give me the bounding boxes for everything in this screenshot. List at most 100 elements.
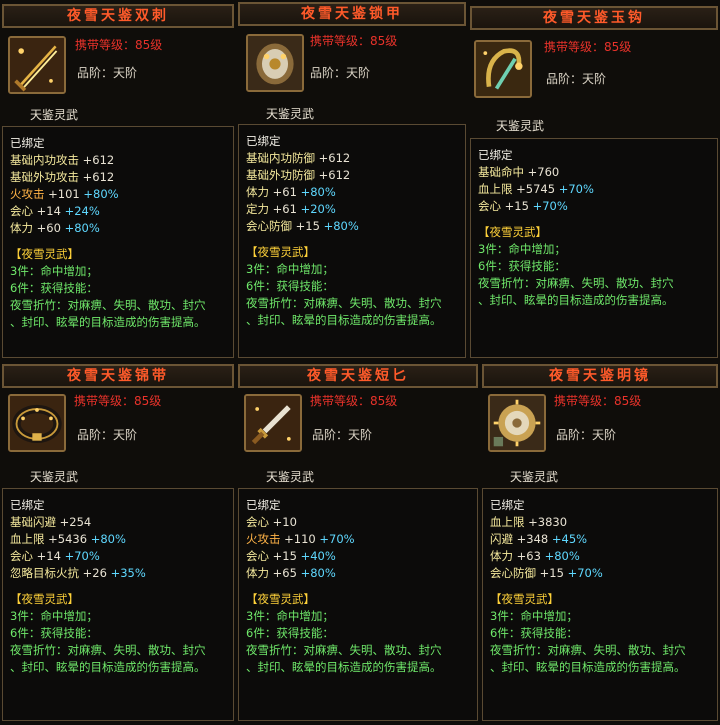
bound-status: 已绑定: [246, 498, 281, 512]
item-subtitle: 天鉴灵武: [30, 108, 79, 122]
item-subtitle: 天鉴灵武: [266, 470, 315, 484]
twin-blade-icon[interactable]: [8, 36, 66, 94]
set-bonus-line: 夜雪折竹：对麻痹、失明、散功、封穴: [246, 643, 442, 657]
set-bonus-line: 、封印、眩晕的目标造成的伤害提高。: [10, 660, 206, 674]
stat-row: 体力 +63 +80%: [490, 548, 711, 565]
bound-status: 已绑定: [478, 148, 513, 162]
required-level: 携带等级：85级: [554, 394, 642, 408]
set-bonus-line: 6件：获得技能：: [490, 626, 578, 640]
stat-name: 会心防御: [490, 566, 536, 580]
stat-name: 火攻击: [10, 187, 45, 201]
stat-name: 基础内功防御: [246, 151, 315, 165]
bound-status: 已绑定: [490, 498, 525, 512]
item-grade: 品阶：天阶: [77, 428, 138, 442]
stat-name: 会心防御: [246, 219, 292, 233]
stat-name: 基础内功攻击: [10, 153, 79, 167]
stat-percent: +80%: [64, 221, 100, 235]
item-title: 夜雪天鉴锦带: [2, 364, 234, 388]
stat-name: 闪避: [490, 532, 513, 546]
stat-name: 会心: [246, 549, 269, 563]
stat-row: 会心防御 +15 +70%: [490, 565, 711, 582]
stat-name: 体力: [10, 221, 33, 235]
stat-value: +61: [272, 185, 297, 199]
stat-row: 会心 +10: [246, 514, 471, 531]
stat-value: +612: [82, 170, 115, 184]
set-bonus-line: 3件：命中增加；: [490, 609, 578, 623]
item-title: 夜雪天鉴玉钩: [470, 6, 718, 30]
stat-percent: +70%: [532, 199, 568, 213]
stat-value: +10: [272, 515, 297, 529]
required-level: 携带等级：85级: [544, 40, 632, 54]
set-bonus-line: 3件：命中增加；: [246, 609, 334, 623]
stat-value: +15: [539, 566, 564, 580]
armor-icon[interactable]: [246, 34, 304, 92]
item-title: 夜雪天鉴明镜: [482, 364, 718, 388]
stat-value: +26: [82, 566, 107, 580]
dagger-icon[interactable]: [244, 394, 302, 452]
item-subtitle: 天鉴灵武: [266, 107, 315, 121]
stat-percent: +24%: [64, 204, 100, 218]
stat-percent: +80%: [323, 219, 359, 233]
bound-status: 已绑定: [10, 136, 45, 150]
stat-row: 会心 +14 +70%: [10, 548, 227, 565]
stat-percent: +45%: [551, 532, 588, 546]
set-bonus-line: 夜雪折竹：对麻痹、失明、散功、封穴: [10, 298, 206, 312]
stat-value: +110: [284, 532, 316, 546]
stat-value: +760: [527, 165, 560, 179]
set-bonus-line: 3件：命中增加；: [10, 264, 98, 278]
bound-status: 已绑定: [10, 498, 45, 512]
item-grade: 品阶：天阶: [546, 72, 607, 86]
stat-value: +65: [272, 566, 297, 580]
belt-icon[interactable]: [8, 394, 66, 452]
set-bonus-line: 6件：获得技能：: [10, 626, 98, 640]
stat-name: 体力: [246, 185, 269, 199]
set-bonus-line: 6件：获得技能：: [478, 259, 566, 273]
stat-row: 会心 +14 +24%: [10, 203, 227, 220]
item-card-twin-blade: 夜雪天鉴双刺 携带等级：85级 品阶：天阶 天鉴灵武 已绑定 基础内功攻击 +6…: [0, 0, 236, 362]
set-bonus-line: 、封印、眩晕的目标造成的伤害提高。: [490, 660, 686, 674]
item-stats-panel: 已绑定 基础内功防御 +612 基础外功防御 +612 体力 +61 +80% …: [238, 124, 466, 358]
stat-name: 基础外功防御: [246, 168, 315, 182]
stat-value: +612: [82, 153, 115, 167]
set-title: 【夜雪灵武】: [10, 592, 79, 606]
set-bonus-line: 、封印、眩晕的目标造成的伤害提高。: [10, 315, 206, 329]
set-title: 【夜雪灵武】: [246, 592, 315, 606]
stat-name: 体力: [246, 566, 269, 580]
stat-value: +14: [36, 204, 61, 218]
stat-name: 会心: [246, 515, 269, 529]
stat-percent: +40%: [300, 549, 336, 563]
stat-row: 体力 +61 +80%: [246, 184, 459, 201]
required-level: 携带等级：85级: [310, 394, 398, 408]
stat-row: 体力 +65 +80%: [246, 565, 471, 582]
stat-percent: +35%: [110, 566, 146, 580]
item-card-jade-hook: 夜雪天鉴玉钩 携带等级：85级 品阶：天阶 天鉴灵武 已绑定 基础命中 +760…: [468, 0, 720, 362]
bound-status: 已绑定: [246, 134, 281, 148]
stat-value: +348: [516, 532, 549, 546]
stat-percent: +70%: [64, 549, 100, 563]
stat-value: +60: [36, 221, 61, 235]
set-bonus-line: 夜雪折竹：对麻痹、失明、散功、封穴: [478, 276, 674, 290]
set-bonus-line: 、封印、眩晕的目标造成的伤害提高。: [246, 313, 442, 327]
item-subtitle: 天鉴灵武: [30, 470, 79, 484]
stat-value: +101: [48, 187, 80, 201]
stat-percent: +20%: [300, 202, 336, 216]
item-stats-panel: 已绑定 基础内功攻击 +612 基础外功攻击 +612 火攻击 +101 +80…: [2, 126, 234, 358]
stat-row: 血上限 +5745 +70%: [478, 181, 711, 198]
required-level: 携带等级：85级: [75, 38, 163, 52]
item-subtitle: 天鉴灵武: [496, 119, 545, 133]
stat-row: 火攻击 +101 +80%: [10, 186, 227, 203]
mirror-icon[interactable]: [488, 394, 546, 452]
jade-hook-icon[interactable]: [474, 40, 532, 98]
stat-row: 基础内功防御 +612: [246, 150, 459, 167]
stat-percent: +80%: [300, 566, 336, 580]
set-bonus-line: 3件：命中增加；: [478, 242, 566, 256]
item-stats-panel: 已绑定 基础命中 +760 血上限 +5745 +70% 会心 +15 +70%…: [470, 138, 718, 358]
stat-percent: +80%: [544, 549, 580, 563]
item-card-dagger: 夜雪天鉴短匕 携带等级：85级 品阶：天阶 天鉴灵武 已绑定 会心 +10 火攻…: [236, 362, 480, 725]
item-subtitle: 天鉴灵武: [510, 470, 559, 484]
stat-percent: +80%: [83, 187, 119, 201]
stat-percent: +70%: [558, 182, 594, 196]
stat-value: +61: [272, 202, 297, 216]
stat-value: +5436: [48, 532, 88, 546]
set-bonus-line: 、封印、眩晕的目标造成的伤害提高。: [478, 293, 674, 307]
